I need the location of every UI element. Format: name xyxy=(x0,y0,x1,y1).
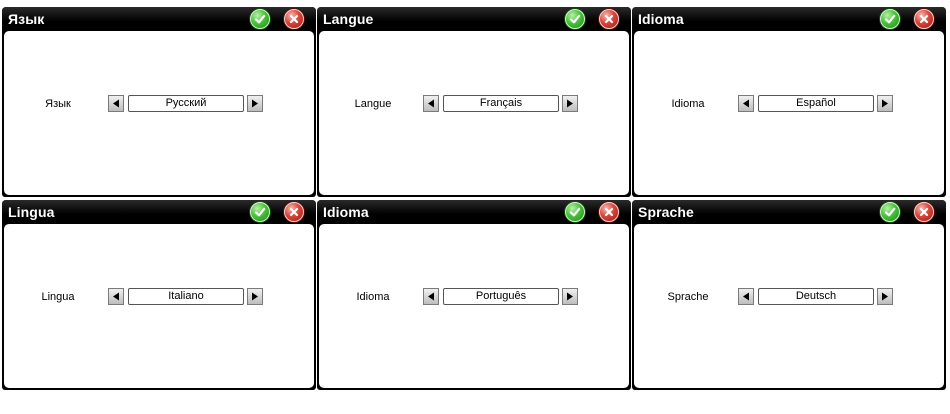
language-selector-row: Idioma Español xyxy=(634,94,944,114)
triangle-right-icon xyxy=(567,292,573,301)
cancel-button[interactable] xyxy=(914,9,934,29)
dialog-body: Язык Русский xyxy=(4,31,314,195)
language-label: Sprache xyxy=(667,291,709,303)
cancel-button[interactable] xyxy=(284,202,304,222)
next-language-button[interactable] xyxy=(247,288,263,305)
check-icon xyxy=(254,207,266,217)
dialog-body: Idioma Español xyxy=(634,31,944,195)
next-language-button[interactable] xyxy=(247,95,263,112)
confirm-button[interactable] xyxy=(880,9,900,29)
language-value: Русский xyxy=(128,95,244,112)
next-language-button[interactable] xyxy=(877,95,893,112)
close-icon xyxy=(289,207,299,217)
previous-language-button[interactable] xyxy=(738,95,754,112)
previous-language-button[interactable] xyxy=(108,288,124,305)
previous-language-button[interactable] xyxy=(108,95,124,112)
language-value: Italiano xyxy=(128,288,244,305)
dialog-title: Sprache xyxy=(638,204,694,220)
language-label: Lingua xyxy=(41,291,75,303)
cancel-button[interactable] xyxy=(599,202,619,222)
check-icon xyxy=(254,14,266,24)
dialog-title: Langue xyxy=(323,11,374,27)
confirm-button[interactable] xyxy=(565,202,585,222)
dialog-body: Lingua Italiano xyxy=(4,224,314,388)
dialog-title: Язык xyxy=(8,11,45,27)
dialog-title: Lingua xyxy=(8,204,55,220)
previous-language-button[interactable] xyxy=(738,288,754,305)
language-dialog-es: Idioma Idioma Español xyxy=(632,7,946,197)
language-value: Español xyxy=(758,95,874,112)
dialog-title: Idioma xyxy=(638,11,684,27)
triangle-right-icon xyxy=(252,99,258,108)
confirm-button[interactable] xyxy=(565,9,585,29)
language-dialog-grid: Язык Язык Русский Langue Langue Français… xyxy=(2,7,946,390)
triangle-left-icon xyxy=(743,99,749,108)
dialog-body: Sprache Deutsch xyxy=(634,224,944,388)
language-dialog-it: Lingua Lingua Italiano xyxy=(2,200,316,390)
language-value: Français xyxy=(443,95,559,112)
next-language-button[interactable] xyxy=(877,288,893,305)
cancel-button[interactable] xyxy=(599,9,619,29)
previous-language-button[interactable] xyxy=(423,288,439,305)
language-dialog-pt: Idioma Idioma Português xyxy=(317,200,631,390)
close-icon xyxy=(919,14,929,24)
title-bar: Sprache xyxy=(632,200,946,224)
language-selector-row: Lingua Italiano xyxy=(4,287,314,307)
language-label: Idioma xyxy=(356,291,390,303)
triangle-left-icon xyxy=(743,292,749,301)
triangle-right-icon xyxy=(567,99,573,108)
triangle-left-icon xyxy=(428,292,434,301)
dialog-body: Langue Français xyxy=(319,31,629,195)
check-icon xyxy=(884,14,896,24)
confirm-button[interactable] xyxy=(250,202,270,222)
previous-language-button[interactable] xyxy=(423,95,439,112)
language-selector-row: Язык Русский xyxy=(4,94,314,114)
language-dialog-ru: Язык Язык Русский xyxy=(2,7,316,197)
check-icon xyxy=(569,207,581,217)
language-value: Português xyxy=(443,288,559,305)
title-bar: Idioma xyxy=(317,200,631,224)
language-selector-row: Sprache Deutsch xyxy=(634,287,944,307)
dialog-title: Idioma xyxy=(323,204,369,220)
next-language-button[interactable] xyxy=(562,95,578,112)
cancel-button[interactable] xyxy=(914,202,934,222)
language-dialog-de: Sprache Sprache Deutsch xyxy=(632,200,946,390)
title-bar: Lingua xyxy=(2,200,316,224)
check-icon xyxy=(569,14,581,24)
title-bar: Язык xyxy=(2,7,316,31)
triangle-left-icon xyxy=(113,292,119,301)
language-dialog-fr: Langue Langue Français xyxy=(317,7,631,197)
language-label: Язык xyxy=(45,98,71,110)
language-label: Idioma xyxy=(671,98,705,110)
confirm-button[interactable] xyxy=(250,9,270,29)
language-value: Deutsch xyxy=(758,288,874,305)
close-icon xyxy=(289,14,299,24)
dialog-body: Idioma Português xyxy=(319,224,629,388)
triangle-right-icon xyxy=(882,99,888,108)
check-icon xyxy=(884,207,896,217)
triangle-right-icon xyxy=(252,292,258,301)
triangle-right-icon xyxy=(882,292,888,301)
close-icon xyxy=(604,207,614,217)
language-label: Langue xyxy=(354,98,392,110)
title-bar: Langue xyxy=(317,7,631,31)
triangle-left-icon xyxy=(428,99,434,108)
language-selector-row: Idioma Português xyxy=(319,287,629,307)
triangle-left-icon xyxy=(113,99,119,108)
close-icon xyxy=(604,14,614,24)
title-bar: Idioma xyxy=(632,7,946,31)
cancel-button[interactable] xyxy=(284,9,304,29)
close-icon xyxy=(919,207,929,217)
language-selector-row: Langue Français xyxy=(319,94,629,114)
confirm-button[interactable] xyxy=(880,202,900,222)
next-language-button[interactable] xyxy=(562,288,578,305)
